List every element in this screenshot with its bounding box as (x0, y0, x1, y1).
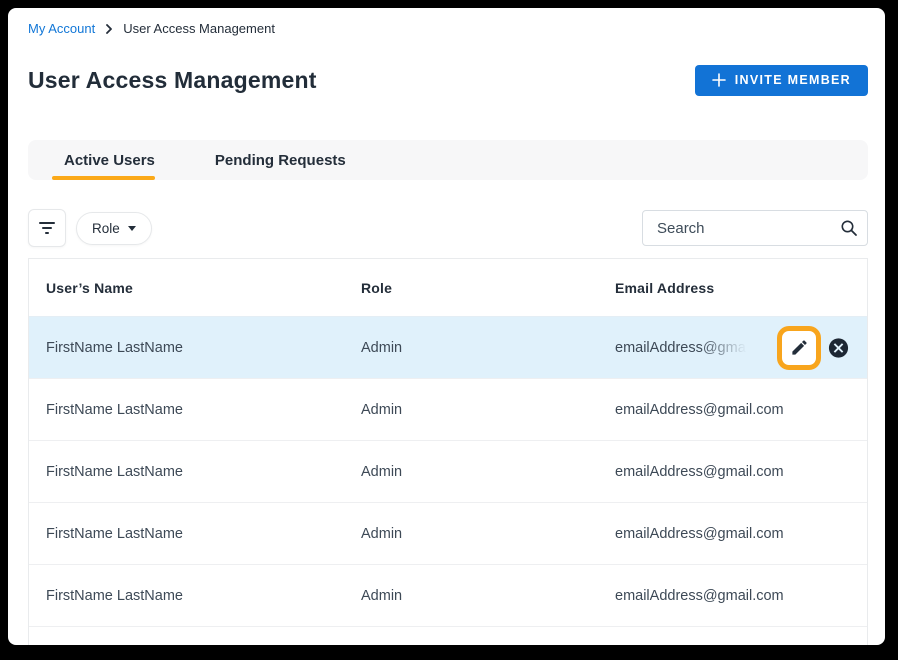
cell-user-name: FirstName LastName (46, 340, 361, 356)
table-header-row: User’s Name Role Email Address (29, 259, 867, 316)
filter-button[interactable] (28, 209, 66, 247)
role-filter-dropdown[interactable]: Role (76, 212, 152, 245)
cell-user-name: FirstName LastName (46, 526, 361, 542)
cell-email: emailAddress@gmail.com (615, 588, 867, 604)
tab-pending-requests[interactable]: Pending Requests (215, 152, 346, 169)
tab-bar: Active Users Pending Requests (28, 140, 868, 180)
table-body: FirstName LastName Admin emailAddress@gm… (29, 316, 867, 645)
table-row[interactable]: FirstName LastName Admin emailAddress@gm… (29, 378, 867, 440)
caret-down-icon (128, 226, 136, 231)
cell-email: emailAddress@gmail.com (615, 402, 867, 418)
cell-role: Admin (361, 588, 615, 604)
breadcrumb-link-my-account[interactable]: My Account (28, 21, 95, 36)
toolbar: Role (28, 209, 868, 247)
edit-user-button[interactable] (777, 326, 821, 370)
search-input[interactable] (642, 210, 868, 246)
close-circle-icon (827, 336, 850, 359)
column-header-role: Role (361, 280, 615, 296)
cell-role: Admin (361, 340, 615, 356)
search-icon[interactable] (840, 219, 858, 237)
role-filter-label: Role (92, 221, 120, 236)
remove-user-button[interactable] (827, 336, 850, 359)
page-title: User Access Management (28, 67, 317, 94)
active-tab-underline (52, 176, 155, 180)
invite-member-label: INVITE MEMBER (735, 73, 851, 87)
breadcrumb-current: User Access Management (123, 21, 275, 36)
cell-role: Admin (361, 464, 615, 480)
cell-user-name: FirstName LastName (46, 402, 361, 418)
cell-role: Admin (361, 402, 615, 418)
filter-icon (39, 222, 55, 234)
plus-icon (712, 73, 726, 87)
table-row[interactable]: FirstName LastName Admin emailAddress@gm… (29, 440, 867, 502)
cell-user-name: FirstName LastName (46, 588, 361, 604)
cell-role: Admin (361, 526, 615, 542)
cell-user-name: FirstName LastName (46, 464, 361, 480)
cell-email: emailAddress@gmail.com (615, 464, 867, 480)
invite-member-button[interactable]: INVITE MEMBER (695, 65, 868, 96)
page-header: User Access Management INVITE MEMBER (28, 64, 868, 96)
tab-active-users[interactable]: Active Users (64, 152, 155, 169)
page: My Account User Access Management User A… (8, 8, 885, 645)
breadcrumb: My Account User Access Management (28, 21, 275, 36)
users-table: User’s Name Role Email Address FirstName… (28, 258, 868, 645)
table-row[interactable]: FirstName LastName Admin emailAddress@gm… (29, 316, 867, 378)
pencil-icon (790, 338, 809, 357)
column-header-name: User’s Name (46, 280, 361, 296)
table-row[interactable]: FirstName LastName Admin emailAddress@gm… (29, 502, 867, 564)
cell-email: emailAddress@gmail.com (615, 526, 867, 542)
chevron-right-icon (104, 24, 114, 34)
table-row[interactable]: FirstName LastName Admin emailAddress@gm… (29, 626, 867, 645)
table-row[interactable]: FirstName LastName Admin emailAddress@gm… (29, 564, 867, 626)
column-header-email: Email Address (615, 280, 867, 296)
search-box (642, 210, 868, 246)
